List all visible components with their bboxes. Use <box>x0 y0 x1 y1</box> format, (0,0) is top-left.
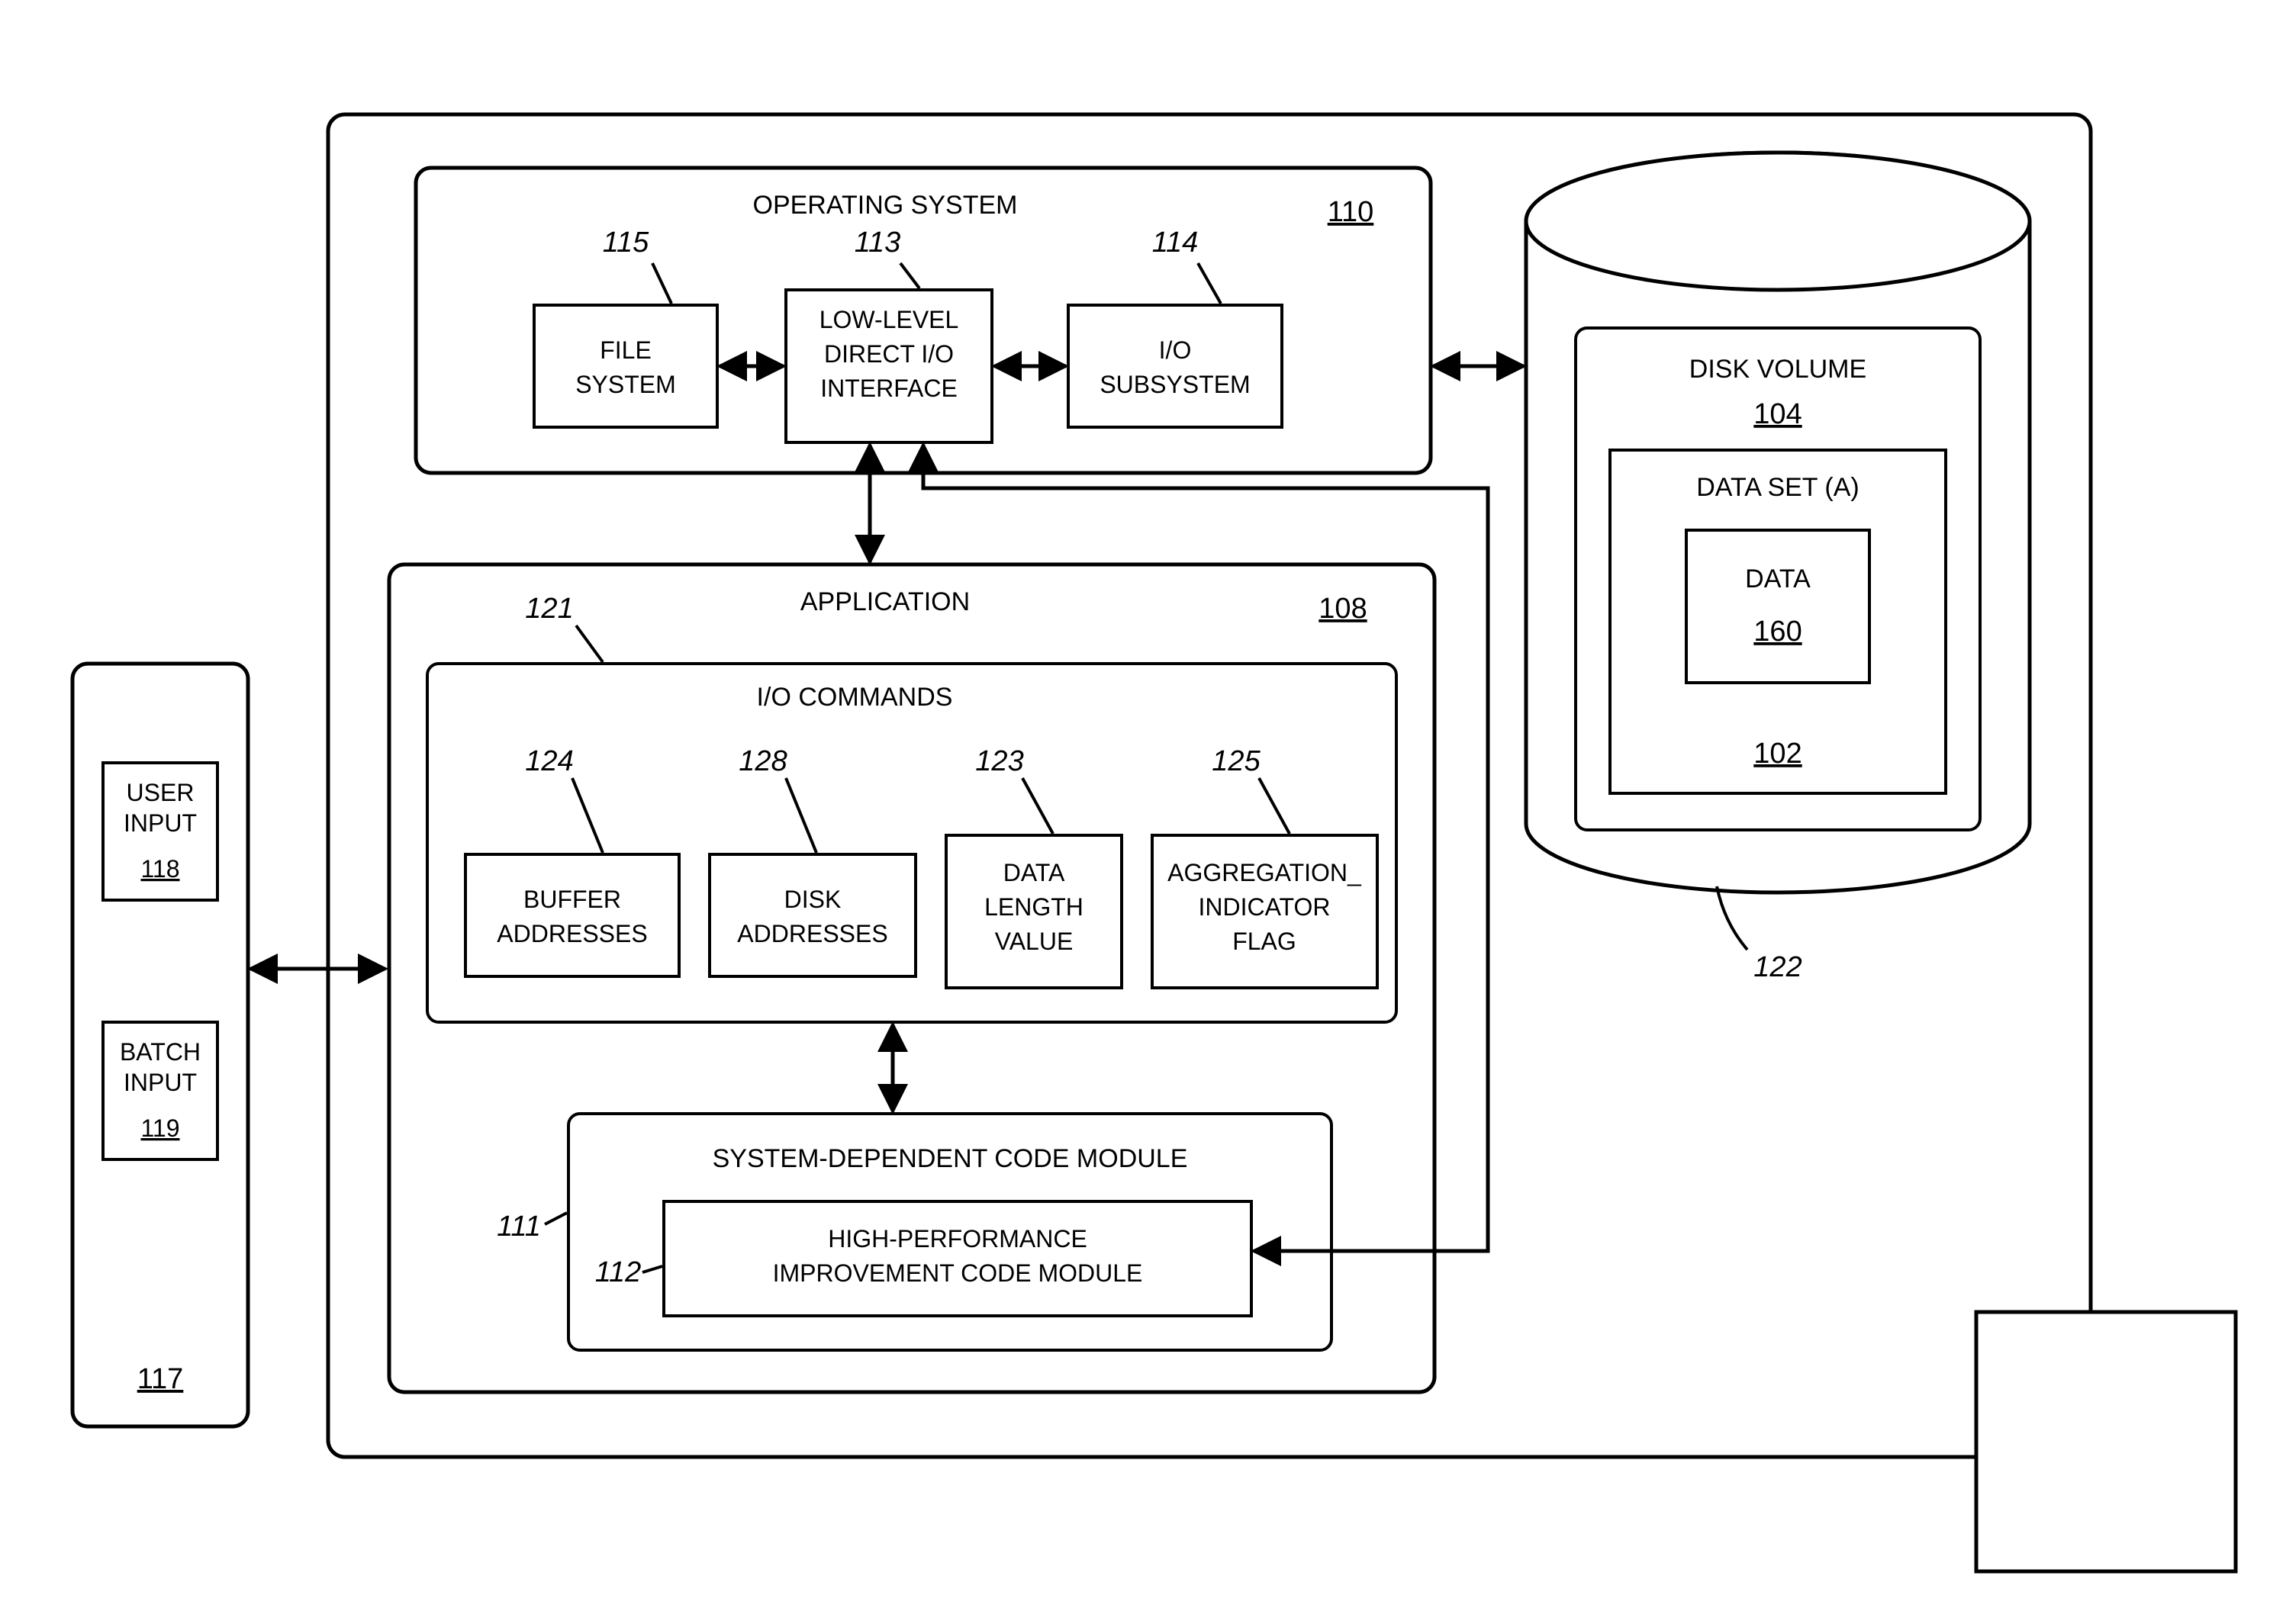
data-ref: 160 <box>1753 616 1802 648</box>
disk-addr-l1: DISK <box>784 886 842 913</box>
disk-volume-ref: 104 <box>1753 398 1802 430</box>
disk-addr-l2: ADDRESSES <box>737 920 887 947</box>
io-subsystem-l1: I/O <box>1159 336 1192 364</box>
buffer-addr-ref: 124 <box>525 745 573 777</box>
dataset-label: DATA SET (A) <box>1696 473 1859 502</box>
io-commands-ref: 121 <box>525 593 573 625</box>
os-title: OPERATING SYSTEM <box>753 191 1018 220</box>
direct-io-l2: DIRECT I/O <box>824 340 954 368</box>
sd-module-ref: 111 <box>497 1211 541 1243</box>
application-title: APPLICATION <box>800 587 970 616</box>
batch-input-label2: INPUT <box>124 1069 197 1096</box>
hp-module-l1: HIGH-PERFORMANCE <box>828 1225 1087 1253</box>
io-commands-title: I/O COMMANDS <box>757 683 953 712</box>
buffer-addr-l1: BUFFER <box>523 886 621 913</box>
data-len-ref: 123 <box>975 745 1023 777</box>
data-len-l2: LENGTH <box>984 893 1083 921</box>
extra-square <box>1976 1312 2236 1571</box>
buffer-addr-box <box>465 854 679 976</box>
agg-flag-l1: AGGREGATION_ <box>1167 859 1362 886</box>
direct-io-l3: INTERFACE <box>820 375 958 402</box>
user-input-label1: USER <box>127 779 195 806</box>
user-input-label2: INPUT <box>124 809 197 837</box>
dataset-ref: 102 <box>1753 738 1802 770</box>
diagram-root: 101 117 USER INPUT 118 BATCH INPUT 119 O… <box>0 0 2270 1624</box>
user-input-ref: 118 <box>140 855 179 883</box>
io-subsystem-box <box>1068 305 1282 427</box>
file-system-l2: SYSTEM <box>575 371 676 398</box>
buffer-addr-l2: ADDRESSES <box>497 920 647 947</box>
disk-ref: 122 <box>1753 951 1802 983</box>
data-box <box>1686 530 1869 683</box>
file-system-l1: FILE <box>600 336 652 364</box>
hp-module-ref: 112 <box>595 1256 642 1288</box>
agg-flag-l3: FLAG <box>1232 928 1296 955</box>
io-subsystem-l2: SUBSYSTEM <box>1100 371 1250 398</box>
input-panel-ref: 117 <box>137 1363 184 1395</box>
sd-module-title: SYSTEM-DEPENDENT CODE MODULE <box>713 1144 1188 1173</box>
hp-module-box <box>664 1201 1251 1316</box>
hp-module-l2: IMPROVEMENT CODE MODULE <box>773 1259 1143 1287</box>
direct-io-l1: LOW-LEVEL <box>819 306 959 333</box>
data-len-l1: DATA <box>1003 859 1065 886</box>
data-len-l3: VALUE <box>995 928 1074 955</box>
agg-flag-ref: 125 <box>1212 745 1261 777</box>
file-system-box <box>534 305 717 427</box>
io-subsystem-ref: 114 <box>1152 227 1199 259</box>
batch-input-label1: BATCH <box>120 1038 201 1066</box>
disk-volume-label: DISK VOLUME <box>1689 355 1866 384</box>
disk-addr-ref: 128 <box>739 745 787 777</box>
agg-flag-l2: INDICATOR <box>1198 893 1330 921</box>
direct-io-ref: 113 <box>855 227 901 259</box>
file-system-ref: 115 <box>603 227 649 259</box>
data-label: DATA <box>1745 564 1811 593</box>
os-ref: 110 <box>1328 196 1374 228</box>
application-ref: 108 <box>1319 593 1367 625</box>
batch-input-ref: 119 <box>140 1114 179 1142</box>
disk-addr-box <box>710 854 916 976</box>
